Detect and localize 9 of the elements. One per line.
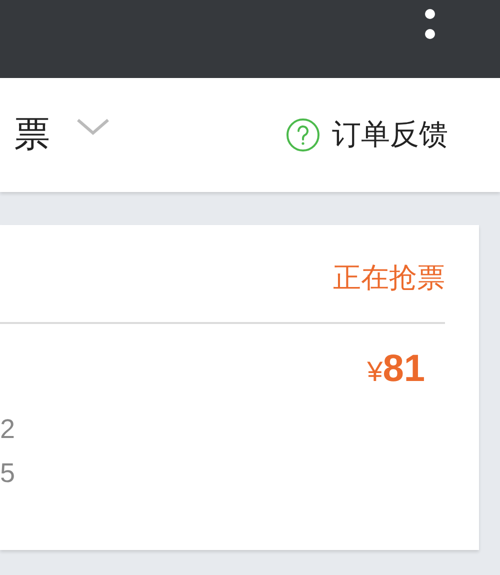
detail-text: 2 (0, 413, 16, 446)
feedback-button[interactable]: 订单反馈 (286, 115, 448, 155)
more-menu-icon[interactable] (424, 8, 436, 42)
price: ¥81 (367, 348, 425, 391)
order-card[interactable]: 正在抢票 ¥81 2 5 (0, 225, 479, 550)
order-status: 正在抢票 (333, 260, 445, 296)
help-icon (286, 118, 320, 152)
page-title[interactable]: 票 (14, 117, 50, 153)
detail-text: 5 (0, 457, 16, 490)
